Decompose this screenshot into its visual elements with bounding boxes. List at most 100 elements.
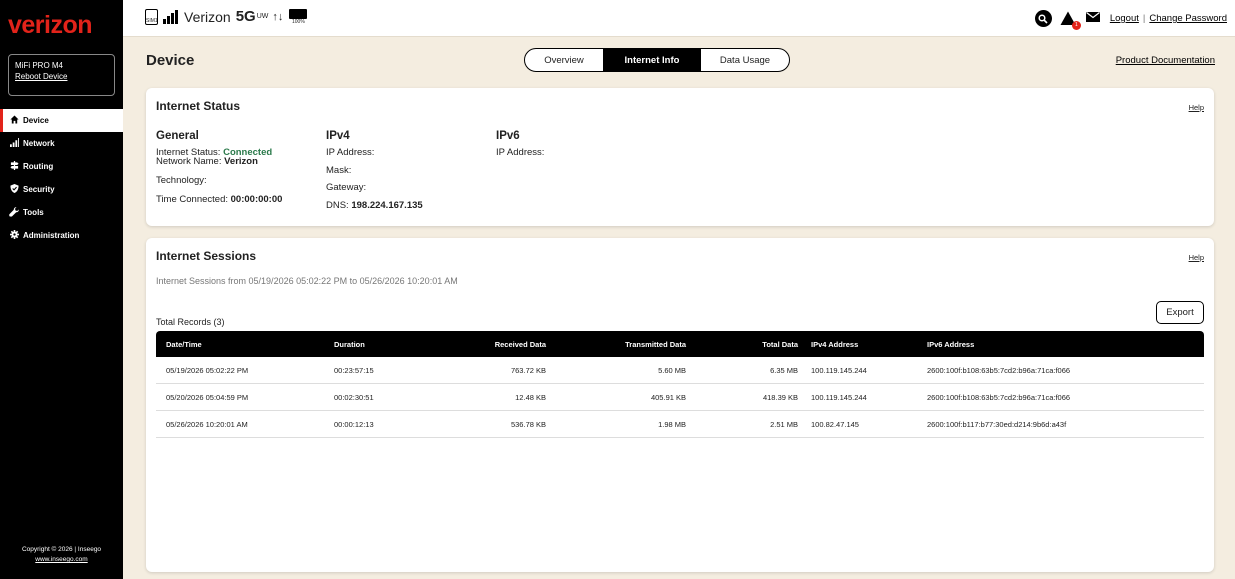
internet-sessions-card: Internet Sessions Help Internet Sessions… (146, 238, 1214, 572)
cell-total: 418.39 KB (762, 392, 798, 402)
cell-date: 05/20/2026 05:04:59 PM (166, 392, 249, 402)
cell-received: 536.78 KB (510, 419, 546, 429)
ipv6-section: IPv6 IP Address: (496, 130, 544, 163)
search-icon[interactable] (1034, 10, 1052, 27)
tab-internet-info[interactable]: Internet Info (603, 49, 701, 71)
cell-date: 05/26/2026 10:20:01 AM (166, 419, 248, 429)
ipv4-address-row: IP Address: (326, 147, 375, 158)
alert-count-badge: 1 (1071, 20, 1081, 30)
column-header-ipv4[interactable]: IPv4 Address (811, 331, 858, 357)
help-link[interactable]: Help (1189, 253, 1204, 262)
tab-group: Overview Internet Info Data Usage (524, 48, 790, 72)
signal-strength-icon (163, 9, 179, 24)
battery-level: 100% (291, 18, 305, 25)
sidebar-item-label: Routing (23, 162, 54, 171)
signal-bars-icon (8, 138, 20, 149)
tab-overview[interactable]: Overview (525, 49, 603, 71)
cell-ipv4: 100.82.47.145 (811, 419, 859, 429)
sidebar-item-routing[interactable]: Routing (0, 155, 123, 178)
ipv4-section: IPv4 IP Address: Mask: Gateway: DNS: 198… (326, 130, 423, 217)
time-connected-value: 00:00:00:00 (230, 194, 283, 205)
sidebar-item-label: Tools (23, 208, 44, 217)
sidebar-nav: Device Network Routing Security Tools Ad… (0, 109, 123, 247)
sim-icon: SIM1 (145, 8, 158, 25)
battery-icon: 100% (289, 8, 308, 25)
export-button[interactable]: Export (1156, 301, 1204, 324)
sidebar-item-label: Device (23, 116, 49, 125)
gear-icon (8, 230, 20, 241)
cell-transmitted: 405.91 KB (650, 392, 686, 402)
separator: | (1142, 13, 1146, 24)
top-bar: SIM1 Verizon 5G UW ↑↓ 100% 1 Logout | Ch… (123, 0, 1235, 37)
sidebar-item-administration[interactable]: Administration (0, 224, 123, 247)
general-section: General Internet Status: Connected Netwo… (156, 130, 282, 210)
column-header-duration[interactable]: Duration (334, 331, 365, 357)
cell-ipv4: 100.119.145.244 (811, 365, 867, 375)
reboot-device-link[interactable]: Reboot Device (15, 72, 108, 81)
sidebar-item-label: Network (23, 139, 55, 148)
ipv6-address-row: IP Address: (496, 147, 545, 158)
section-heading: IPv6 (496, 130, 520, 142)
sidebar: verizon MiFi PRO M4 Reboot Device Device… (0, 0, 123, 579)
column-header-received[interactable]: Received Data (486, 331, 546, 357)
device-name: MiFi PRO M4 (15, 61, 63, 70)
cell-ipv6: 2600:100f:b108:63b5:7cd2:b96a:71ca:f066 (927, 392, 1071, 402)
sidebar-item-label: Security (23, 185, 55, 194)
dns-row: DNS: 198.224.167.135 (326, 199, 423, 211)
mail-icon[interactable] (1085, 12, 1100, 25)
cell-transmitted: 1.98 MB (658, 419, 686, 429)
cell-ipv4: 100.119.145.244 (811, 392, 867, 402)
sidebar-item-device[interactable]: Device (0, 109, 123, 132)
change-password-link[interactable]: Change Password (1149, 13, 1227, 24)
table-row: 05/20/2026 05:04:59 PM 00:02:30:51 12.48… (156, 384, 1204, 411)
device-box: MiFi PRO M4 Reboot Device (8, 54, 115, 96)
column-header-total[interactable]: Total Data (754, 331, 798, 357)
carrier-name: Verizon (184, 8, 231, 25)
copyright-text: Copyright © 2026 | Inseego (21, 546, 102, 553)
network-name-value: Verizon (224, 156, 258, 167)
shield-icon (8, 184, 20, 195)
help-link[interactable]: Help (1189, 103, 1204, 112)
inseego-link[interactable]: www.inseego.com (0, 555, 123, 565)
home-icon (8, 115, 20, 126)
column-header-date[interactable]: Date/Time (166, 331, 202, 357)
table-row: 05/19/2026 05:02:22 PM 00:23:57:15 763.7… (156, 357, 1204, 384)
sessions-table: Date/Time Duration Received Data Transmi… (156, 331, 1204, 438)
cell-transmitted: 5.60 MB (658, 365, 686, 375)
top-actions: 1 Logout | Change Password (1034, 10, 1227, 30)
verizon-logo[interactable]: verizon (0, 0, 123, 50)
ipv4-mask-row: Mask: (326, 164, 352, 176)
dns-value: 198.224.167.135 (351, 199, 423, 211)
section-heading: General (156, 130, 199, 142)
sidebar-item-label: Administration (23, 231, 80, 240)
device-status: SIM1 Verizon 5G UW ↑↓ 100% (145, 8, 308, 25)
cell-ipv6: 2600:100f:b117:b77:30ed:d214:9b6d:a43f (927, 419, 1067, 429)
sidebar-item-security[interactable]: Security (0, 178, 123, 201)
ipv4-gateway-row: Gateway: (326, 182, 367, 193)
logout-link[interactable]: Logout (1110, 13, 1139, 24)
product-documentation-link[interactable]: Product Documentation (1116, 55, 1215, 66)
card-title: Internet Status (156, 99, 241, 113)
data-transfer-icon: ↑↓ (272, 10, 284, 23)
page-title: Device (146, 52, 195, 69)
cell-received: 763.72 KB (510, 365, 546, 375)
tab-data-usage[interactable]: Data Usage (701, 49, 789, 71)
total-records: Total Records (3) (156, 317, 225, 327)
alert-icon[interactable]: 1 (1060, 11, 1081, 30)
section-heading: IPv4 (326, 130, 350, 142)
cell-received: 12.48 KB (515, 392, 546, 402)
time-connected-row: Time Connected: 00:00:00:00 (156, 194, 283, 205)
cell-duration: 00:23:57:15 (334, 365, 374, 375)
signpost-icon (8, 161, 20, 172)
sidebar-item-tools[interactable]: Tools (0, 201, 123, 224)
internet-status-card: Internet Status Help General Internet St… (146, 88, 1214, 226)
column-header-ipv6[interactable]: IPv6 Address (927, 331, 974, 357)
logo-text: verizon (8, 10, 93, 39)
sessions-range: Internet Sessions from 05/19/2026 05:02:… (156, 276, 458, 286)
sidebar-item-network[interactable]: Network (0, 132, 123, 155)
table-header: Date/Time Duration Received Data Transmi… (156, 331, 1204, 357)
cell-total: 2.51 MB (770, 419, 798, 429)
network-type: 5G (235, 8, 256, 25)
column-header-transmitted[interactable]: Transmitted Data (609, 331, 686, 357)
cell-total: 6.35 MB (770, 365, 798, 375)
